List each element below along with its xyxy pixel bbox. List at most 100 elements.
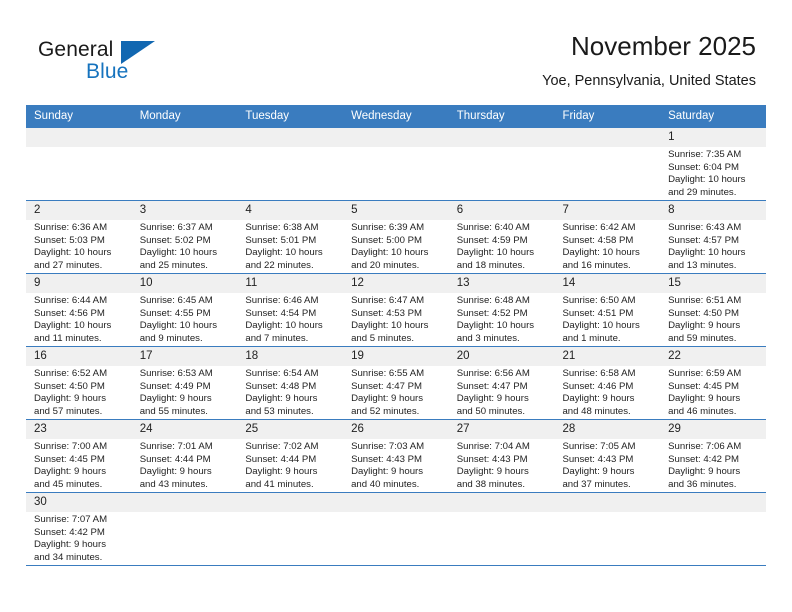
calendar-day-cell[interactable]: 20 Sunrise: 6:56 AM Sunset: 4:47 PM Dayligh… [448, 346, 555, 420]
day-number [237, 493, 344, 512]
sunrise-text: Sunrise: 6:51 AM [668, 295, 742, 306]
day-number: 6 [448, 201, 555, 220]
day-number: 8 [660, 201, 766, 220]
day-number: 17 [131, 347, 238, 366]
sunset-text: Sunset: 4:53 PM [351, 307, 422, 319]
calendar-day-cell[interactable]: 26 Sunrise: 7:03 AM Sunset: 4:43 PM Dayligh… [343, 419, 449, 493]
calendar-day-cell[interactable]: 8 Sunrise: 6:43 AM Sunset: 4:57 PM Daylight… [660, 200, 766, 274]
calendar-day-cell[interactable]: 27 Sunrise: 7:04 AM Sunset: 4:43 PM Dayligh… [448, 419, 555, 493]
page-header: General Blue November 2025 Yoe, Pennsylv… [0, 0, 792, 104]
sunset-text: Sunset: 4:42 PM [668, 453, 740, 465]
calendar-day-cell[interactable]: 3 Sunrise: 6:37 AM Sunset: 5:02 PM Daylight… [131, 200, 238, 274]
daylight-text-line2: and 36 minutes. [668, 478, 737, 490]
calendar-day-cell[interactable]: 2 Sunrise: 6:36 AM Sunset: 5:03 PM Daylight… [26, 200, 132, 274]
daylight-text-line1: Daylight: 10 hours [351, 247, 429, 259]
day-details: Sunrise: 6:36 AM Sunset: 5:03 PM Daylight:… [26, 220, 132, 272]
calendar-day-cell[interactable]: 17 Sunrise: 6:53 AM Sunset: 4:49 PM Dayligh… [131, 346, 238, 420]
day-number: 15 [660, 274, 766, 293]
day-number: 22 [660, 347, 766, 366]
day-number: 28 [554, 420, 661, 439]
daylight-text-line1: Daylight: 10 hours [351, 320, 429, 332]
day-number: 3 [131, 201, 238, 220]
sunrise-text: Sunrise: 6:53 AM [139, 368, 213, 379]
calendar-empty-cell [26, 127, 132, 201]
sunrise-text: Sunrise: 6:52 AM [34, 368, 108, 379]
calendar-day-cell[interactable]: 5 Sunrise: 6:39 AM Sunset: 5:00 PM Daylight… [343, 200, 449, 274]
day-number: 23 [26, 420, 132, 439]
day-details: Sunrise: 7:35 AM Sunset: 6:04 PM Daylight:… [660, 147, 766, 199]
daylight-text-line2: and 1 minute. [562, 332, 621, 344]
calendar-day-cell[interactable]: 7 Sunrise: 6:42 AM Sunset: 4:58 PM Daylight… [554, 200, 661, 274]
calendar-day-cell[interactable]: 19 Sunrise: 6:55 AM Sunset: 4:47 PM Dayligh… [343, 346, 449, 420]
calendar-day-cell[interactable]: 21 Sunrise: 6:58 AM Sunset: 4:46 PM Dayligh… [554, 346, 661, 420]
calendar-day-cell[interactable]: 13 Sunrise: 6:48 AM Sunset: 4:52 PM Dayligh… [448, 273, 555, 347]
sunset-text: Sunset: 4:45 PM [668, 380, 740, 392]
day-details: Sunrise: 6:53 AM Sunset: 4:49 PM Daylight:… [132, 366, 238, 418]
daylight-text-line1: Daylight: 10 hours [139, 247, 218, 259]
daylight-text-line1: Daylight: 9 hours [139, 393, 212, 405]
weekday-header-tuesday: Tuesday [237, 105, 344, 128]
calendar-day-cell[interactable]: 30 Sunrise: 7:07 AM Sunset: 4:42 PM Dayligh… [26, 492, 132, 566]
calendar-day-cell[interactable]: 28 Sunrise: 7:05 AM Sunset: 4:43 PM Dayligh… [554, 419, 661, 493]
sunset-text: Sunset: 6:04 PM [668, 161, 740, 173]
sunset-text: Sunset: 4:42 PM [34, 526, 105, 538]
sunset-text: Sunset: 4:58 PM [562, 234, 634, 246]
daylight-text-line2: and 11 minutes. [34, 332, 102, 344]
calendar-day-cell[interactable]: 16 Sunrise: 6:52 AM Sunset: 4:50 PM Dayligh… [26, 346, 132, 420]
day-number: 9 [26, 274, 132, 293]
calendar-day-cell[interactable]: 10 Sunrise: 6:45 AM Sunset: 4:55 PM Dayligh… [131, 273, 238, 347]
sunrise-text: Sunrise: 6:56 AM [456, 368, 530, 379]
sunrise-text: Sunrise: 6:37 AM [139, 222, 213, 233]
weekday-header-monday: Monday [131, 105, 238, 128]
day-details: Sunrise: 6:52 AM Sunset: 4:50 PM Daylight:… [26, 366, 132, 418]
sunrise-text: Sunrise: 7:02 AM [245, 441, 319, 452]
daylight-text-line2: and 34 minutes. [34, 551, 103, 563]
page-title: November 2025 [571, 31, 756, 61]
calendar-empty-cell [343, 492, 449, 566]
calendar-week-row: 30 Sunrise: 7:07 AM Sunset: 4:42 PM Dayligh… [26, 492, 766, 566]
daylight-text-line1: Daylight: 10 hours [562, 247, 640, 259]
daylight-text-line2: and 55 minutes. [139, 405, 208, 417]
calendar-day-cell[interactable]: 14 Sunrise: 6:50 AM Sunset: 4:51 PM Dayligh… [554, 273, 661, 347]
sunset-text: Sunset: 4:54 PM [245, 307, 317, 319]
day-details: Sunrise: 6:42 AM Sunset: 4:58 PM Daylight:… [554, 220, 660, 272]
day-number [26, 128, 132, 147]
calendar-day-cell[interactable]: 6 Sunrise: 6:40 AM Sunset: 4:59 PM Daylight… [448, 200, 555, 274]
day-details: Sunrise: 7:01 AM Sunset: 4:44 PM Daylight:… [132, 439, 238, 491]
daylight-text-line2: and 59 minutes. [668, 332, 737, 344]
weekday-header-thursday: Thursday [448, 105, 555, 128]
calendar-day-cell[interactable]: 24 Sunrise: 7:01 AM Sunset: 4:44 PM Dayligh… [131, 419, 238, 493]
calendar-day-cell[interactable]: 1 Sunrise: 7:35 AM Sunset: 6:04 PM Daylight… [660, 127, 766, 201]
weekday-header-wednesday: Wednesday [343, 105, 449, 128]
day-details: Sunrise: 6:58 AM Sunset: 4:46 PM Daylight:… [554, 366, 660, 418]
sunrise-text: Sunrise: 6:59 AM [668, 368, 742, 379]
sunset-text: Sunset: 5:02 PM [139, 234, 211, 246]
calendar-day-cell[interactable]: 18 Sunrise: 6:54 AM Sunset: 4:48 PM Dayligh… [237, 346, 344, 420]
brand-name-general: General [38, 38, 114, 61]
calendar-day-cell[interactable]: 12 Sunrise: 6:47 AM Sunset: 4:53 PM Dayligh… [343, 273, 449, 347]
calendar-empty-cell [131, 127, 238, 201]
day-number: 14 [554, 274, 661, 293]
day-number [448, 493, 555, 512]
daylight-text-line1: Daylight: 9 hours [245, 393, 318, 405]
general-blue-logo[interactable]: General Blue [38, 38, 198, 88]
calendar-day-cell[interactable]: 23 Sunrise: 7:00 AM Sunset: 4:45 PM Dayligh… [26, 419, 132, 493]
daylight-text-line1: Daylight: 9 hours [668, 466, 741, 478]
calendar-day-cell[interactable]: 15 Sunrise: 6:51 AM Sunset: 4:50 PM Dayligh… [660, 273, 766, 347]
sunset-text: Sunset: 4:55 PM [139, 307, 211, 319]
calendar-day-cell[interactable]: 11 Sunrise: 6:46 AM Sunset: 4:54 PM Dayligh… [237, 273, 344, 347]
calendar-day-cell[interactable]: 25 Sunrise: 7:02 AM Sunset: 4:44 PM Dayligh… [237, 419, 344, 493]
calendar-day-cell[interactable]: 4 Sunrise: 6:38 AM Sunset: 5:01 PM Daylight… [237, 200, 344, 274]
day-details: Sunrise: 7:04 AM Sunset: 4:43 PM Daylight:… [449, 439, 555, 491]
calendar-day-cell[interactable]: 9 Sunrise: 6:44 AM Sunset: 4:56 PM Daylight… [26, 273, 132, 347]
calendar-day-cell[interactable]: 29 Sunrise: 7:06 AM Sunset: 4:42 PM Dayligh… [660, 419, 766, 493]
sunset-text: Sunset: 4:43 PM [562, 453, 634, 465]
sunset-text: Sunset: 4:59 PM [456, 234, 528, 246]
sunset-text: Sunset: 4:49 PM [139, 380, 211, 392]
day-number: 26 [343, 420, 449, 439]
calendar-empty-cell [554, 127, 661, 201]
sunset-text: Sunset: 4:46 PM [562, 380, 634, 392]
calendar-day-cell[interactable]: 22 Sunrise: 6:59 AM Sunset: 4:45 PM Dayligh… [660, 346, 766, 420]
daylight-text-line2: and 38 minutes. [456, 478, 526, 490]
sunset-text: Sunset: 4:45 PM [34, 453, 105, 465]
